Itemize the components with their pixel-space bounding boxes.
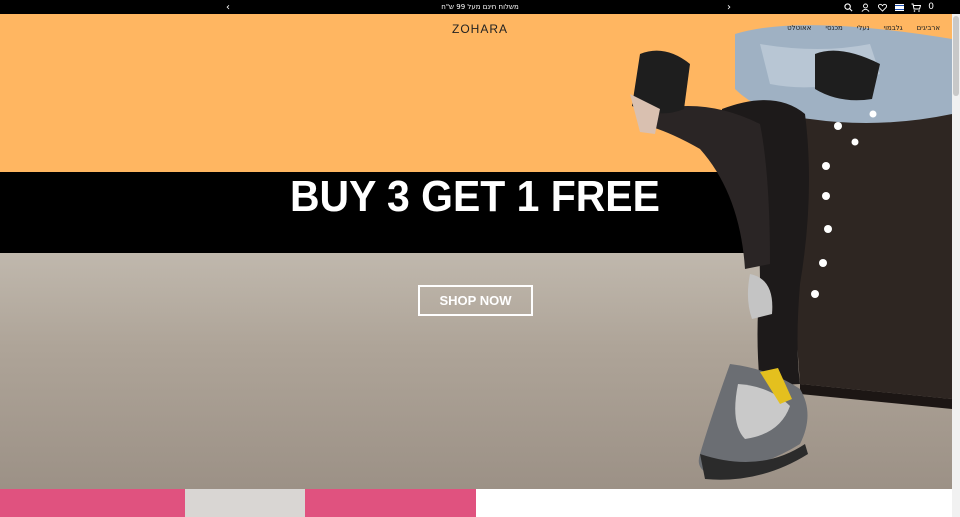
nav-item-5[interactable]: אאוטלט bbox=[787, 24, 811, 32]
announcement-bar: ‹ משלוח חינם מעל 99 ש"ח › bbox=[0, 0, 960, 14]
israel-flag-icon[interactable] bbox=[894, 2, 904, 12]
account-icon[interactable] bbox=[860, 2, 870, 12]
search-icon[interactable] bbox=[843, 2, 853, 12]
nav-item-4[interactable]: מכנסי bbox=[825, 24, 842, 32]
nav-item-2[interactable]: גלבמוי bbox=[884, 24, 903, 32]
announcement-text: משלוח חינם מעל 99 ש"ח bbox=[441, 3, 519, 11]
hero-model-photo bbox=[630, 25, 952, 480]
promo-tile-image bbox=[185, 489, 305, 517]
wishlist-heart-icon[interactable] bbox=[877, 2, 887, 12]
promo-tile-right[interactable] bbox=[476, 489, 952, 517]
header-icons: 0 bbox=[843, 0, 934, 14]
hero-headline: BUY 3 GET 1 FREE bbox=[290, 172, 660, 221]
cart-icon[interactable] bbox=[911, 2, 922, 12]
nav-item-3[interactable]: נעלי bbox=[857, 24, 870, 32]
hero-banner[interactable] bbox=[0, 14, 952, 489]
nav-item-1[interactable]: ארביגים bbox=[917, 24, 940, 32]
announcement-next-arrow[interactable]: › bbox=[722, 0, 736, 14]
promo-tile-left[interactable] bbox=[0, 489, 476, 517]
cart-count: 0 bbox=[928, 2, 934, 12]
site-header: ZOHARA ארביגים גלבמוי נעלי מכנסי אאוטלט bbox=[0, 14, 952, 44]
main-nav: ארביגים גלבמוי נעלי מכנסי אאוטלט bbox=[787, 24, 940, 32]
page-scrollbar[interactable] bbox=[952, 14, 960, 517]
scrollbar-thumb[interactable] bbox=[953, 16, 959, 96]
shop-now-button[interactable]: SHOP NOW bbox=[418, 285, 533, 316]
site-logo[interactable]: ZOHARA bbox=[452, 22, 508, 36]
announcement-prev-arrow[interactable]: ‹ bbox=[221, 0, 235, 14]
